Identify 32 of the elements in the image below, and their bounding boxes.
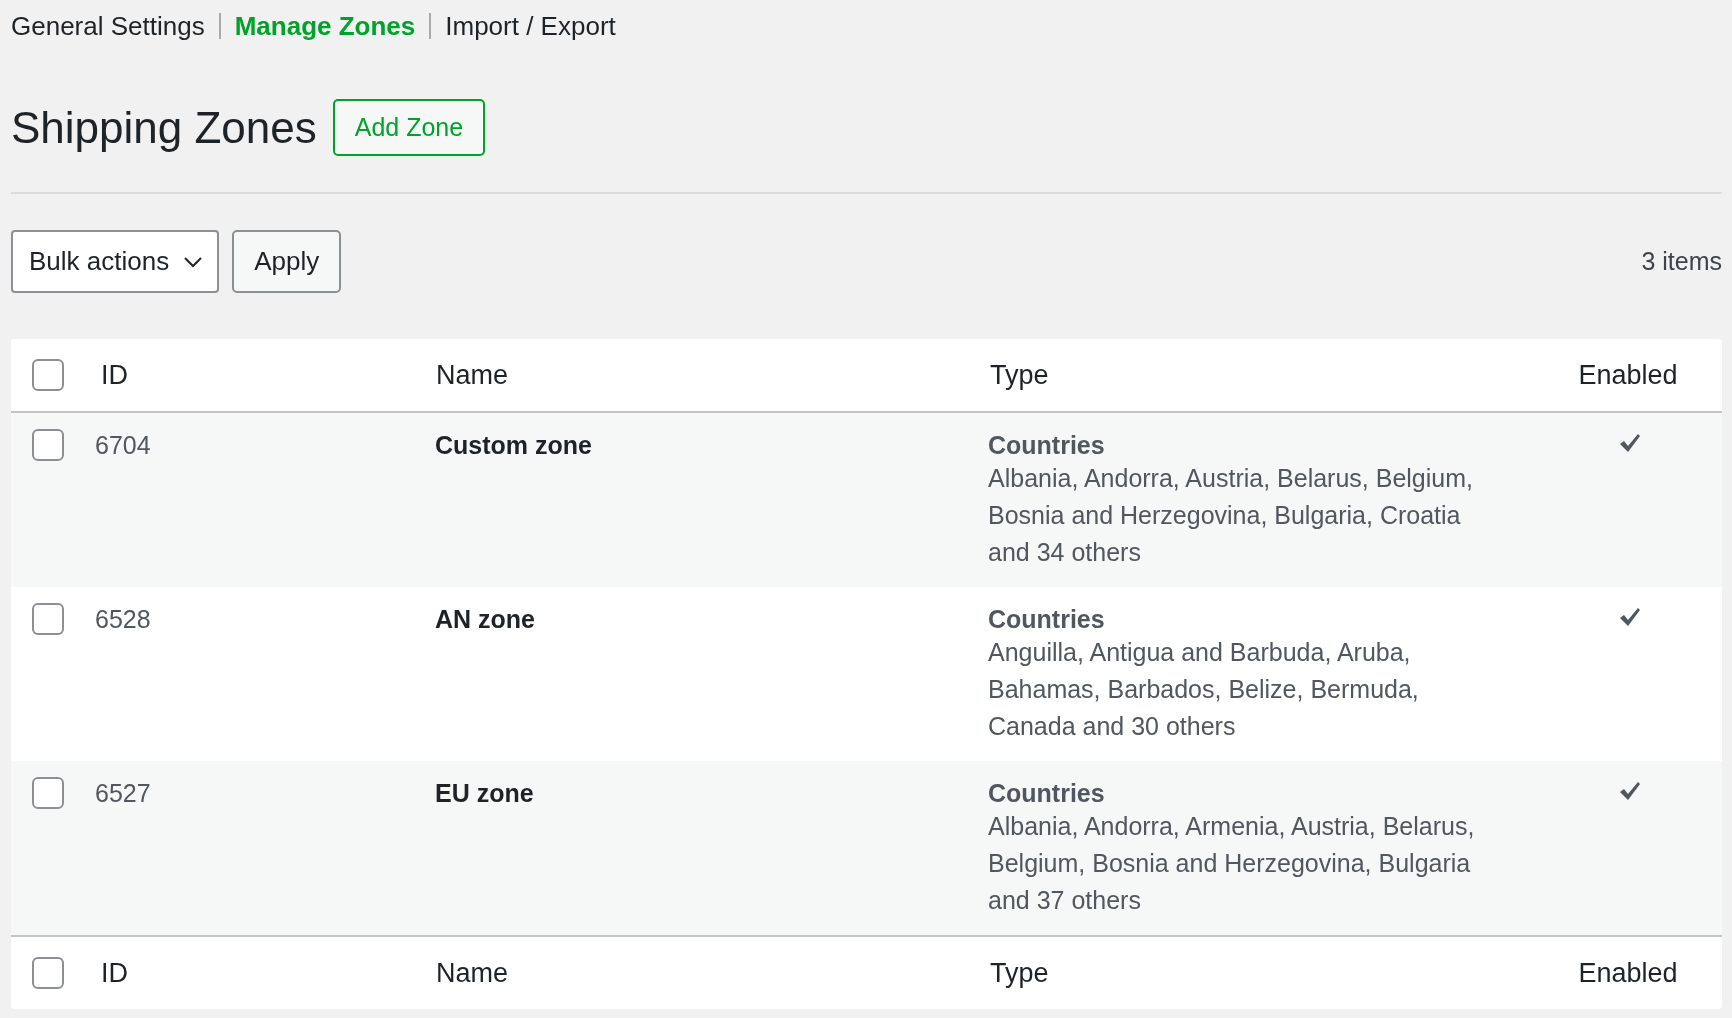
select-all-checkbox[interactable]	[32, 359, 64, 391]
zone-type: Countries	[988, 605, 1106, 634]
zone-regions: Albania, Andorra, Austria, Belarus, Belgium, Bosnia and Herzegovina, Bulgaria, Croatia and 34 others	[988, 463, 1474, 568]
column-header[interactable]: Name	[436, 957, 509, 988]
column-header[interactable]: Type	[990, 359, 1049, 390]
subnav-link[interactable]: General Settings	[11, 10, 205, 42]
page-title: Shipping Zones	[11, 102, 317, 153]
column-header[interactable]: Enabled	[1578, 957, 1678, 989]
subnav-link[interactable]: Import / Export	[445, 10, 616, 42]
zone-type: Countries	[988, 431, 1106, 460]
column-header[interactable]: ID	[101, 957, 128, 988]
column-header[interactable]: Name	[436, 359, 509, 390]
column-header[interactable]: ID	[101, 359, 128, 390]
column-header[interactable]: Enabled	[1578, 359, 1678, 391]
chevron-down-icon	[183, 255, 204, 268]
zone-name[interactable]: AN zone	[435, 605, 535, 633]
zone-id: 6704	[95, 431, 151, 459]
bulk-actions-dropdown[interactable]: Bulk actions	[11, 230, 220, 293]
zone-type: Countries	[988, 779, 1106, 808]
zone-id: 6527	[95, 779, 151, 807]
column-header[interactable]: Type	[990, 957, 1049, 988]
select-all-checkbox[interactable]	[32, 957, 64, 989]
item-count: 3 items	[1641, 247, 1722, 276]
zone-name[interactable]: EU zone	[435, 779, 534, 807]
zone-id: 6528	[95, 605, 151, 633]
row-checkbox[interactable]	[32, 429, 64, 461]
apply-button[interactable]: Apply	[232, 230, 342, 293]
row-checkbox[interactable]	[32, 777, 64, 809]
row-checkbox[interactable]	[32, 603, 64, 635]
zone-name[interactable]: Custom zone	[435, 431, 592, 459]
zone-regions: Albania, Andorra, Armenia, Austria, Belarus, Belgium, Bosnia and Herzegovina, Bulgaria and 37 others	[988, 811, 1476, 916]
zone-regions: Anguilla, Antigua and Barbuda, Aruba, Bahamas, Barbados, Belize, Bermuda, Canada and 30 others	[988, 637, 1420, 742]
